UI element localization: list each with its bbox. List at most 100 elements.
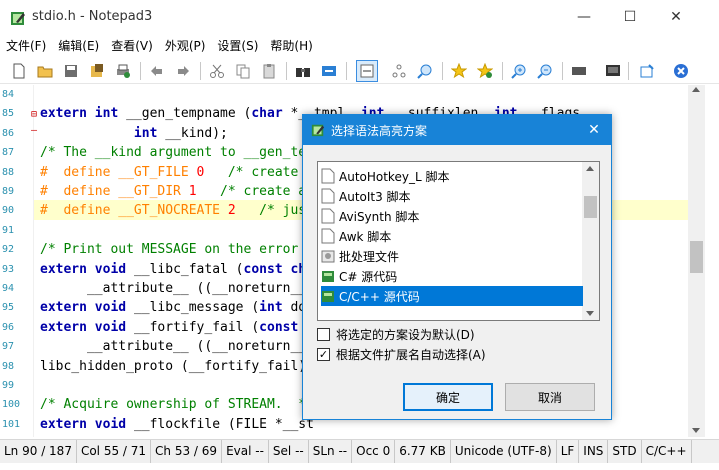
listbox-scroll-down-icon[interactable] bbox=[586, 311, 594, 316]
open-folder-icon[interactable] bbox=[34, 60, 56, 82]
status-std[interactable]: STD bbox=[608, 440, 642, 463]
code-token: /* Print out MESSAGE on the error o bbox=[40, 242, 314, 258]
status-selection[interactable]: Sel -- bbox=[269, 440, 309, 463]
scheme-list-item[interactable]: Awk 脚本 bbox=[321, 226, 583, 246]
line-number: 90 bbox=[2, 205, 15, 217]
csharp-file-icon bbox=[321, 268, 335, 284]
listbox-scroll-up-icon[interactable] bbox=[586, 166, 594, 171]
status-occurrences[interactable]: Occ 0 bbox=[352, 440, 396, 463]
customize-icon[interactable] bbox=[602, 60, 624, 82]
code-token: 2 bbox=[227, 203, 236, 219]
code-line: # define __GT_NOCREATE 2 /* just bbox=[40, 201, 314, 220]
menu-view[interactable]: 查看(V) bbox=[105, 36, 159, 56]
scheme-list-item-label: AutoIt3 脚本 bbox=[339, 189, 411, 204]
status-char[interactable]: Ch 53 / 69 bbox=[151, 440, 223, 463]
line-number: 84 bbox=[2, 89, 15, 100]
code-token: const bbox=[259, 319, 307, 335]
scheme-list-item[interactable]: C# 源代码 bbox=[321, 266, 583, 286]
code-line: /* Print out MESSAGE on the error o bbox=[40, 240, 314, 259]
toolbar bbox=[0, 58, 719, 84]
line-number: 93 bbox=[2, 263, 15, 275]
status-file-size[interactable]: 6.77 KB bbox=[395, 440, 451, 463]
redo-icon[interactable] bbox=[172, 60, 194, 82]
checkbox-auto-select-label[interactable]: 根据文件扩展名自动选择(A) bbox=[336, 346, 486, 363]
code-token: char bbox=[251, 106, 291, 122]
status-bar: Ln 90 / 187 Col 55 / 71 Ch 53 / 69 Eval … bbox=[0, 439, 719, 463]
code-line: extern void __libc_fatal (const cha bbox=[40, 260, 314, 279]
scheme-list-item-label: C# 源代码 bbox=[339, 269, 398, 284]
goto-icon[interactable] bbox=[388, 60, 410, 82]
undo-icon[interactable] bbox=[146, 60, 168, 82]
scroll-thumb[interactable] bbox=[690, 241, 703, 273]
scroll-up-arrow-icon[interactable] bbox=[692, 87, 700, 92]
dialog-title-bar[interactable]: 选择语法高亮方案 ✕ bbox=[303, 115, 611, 145]
minimize-button[interactable]: — bbox=[561, 0, 607, 34]
window-title: stdio.h - Notepad3 bbox=[32, 9, 153, 24]
maximize-button[interactable]: ☐ bbox=[607, 0, 653, 34]
line-number: 92 bbox=[2, 244, 15, 256]
status-eol[interactable]: LF bbox=[557, 440, 580, 463]
listbox-scrollbar[interactable] bbox=[582, 162, 599, 320]
code-token: int bbox=[259, 300, 291, 316]
status-selected-lines[interactable]: SLn -- bbox=[309, 440, 353, 463]
code-token: void bbox=[94, 319, 134, 335]
status-lexer[interactable]: C/C++ bbox=[642, 440, 692, 463]
checkbox-set-default[interactable] bbox=[317, 327, 330, 341]
menu-help[interactable]: 帮助(H) bbox=[264, 36, 318, 56]
ok-button[interactable]: 确定 bbox=[403, 383, 493, 411]
new-file-icon[interactable] bbox=[8, 60, 30, 82]
scheme-list-item[interactable]: AutoHotkey_L 脚本 bbox=[321, 166, 583, 186]
status-line[interactable]: Ln 90 / 187 bbox=[0, 440, 77, 463]
document-icon bbox=[321, 188, 335, 204]
scheme-listbox[interactable]: AutoHotkey_L 脚本 AutoIt3 脚本 AviSynth 脚本 Awk … bbox=[317, 161, 600, 321]
editor-vertical-scrollbar[interactable] bbox=[688, 85, 705, 437]
status-insert-mode[interactable]: INS bbox=[579, 440, 609, 463]
find-next-icon[interactable] bbox=[414, 60, 436, 82]
checkbox-auto-select[interactable]: ✓ bbox=[317, 347, 330, 361]
settings-icon[interactable] bbox=[636, 60, 658, 82]
status-eval[interactable]: Eval -- bbox=[222, 440, 269, 463]
copy-icon[interactable] bbox=[232, 60, 254, 82]
exit-icon[interactable] bbox=[670, 60, 692, 82]
status-column[interactable]: Col 55 / 71 bbox=[77, 440, 152, 463]
print-icon[interactable] bbox=[112, 60, 134, 82]
status-encoding[interactable]: Unicode (UTF-8) bbox=[451, 440, 557, 463]
checkbox-auto-select-row[interactable]: ✓ 根据文件扩展名自动选择(A) bbox=[317, 345, 486, 363]
scheme-list-item[interactable]: AutoIt3 脚本 bbox=[321, 186, 583, 206]
zoom-in-icon[interactable] bbox=[508, 60, 530, 82]
menu-edit[interactable]: 编辑(E) bbox=[52, 36, 105, 56]
cancel-button[interactable]: 取消 bbox=[505, 383, 595, 411]
checkbox-set-default-label[interactable]: 将选定的方案设为默认(D) bbox=[336, 326, 475, 343]
code-token: 1 bbox=[188, 184, 197, 199]
scheme-list-item[interactable]: 批处理文件 bbox=[321, 246, 583, 266]
title-bar: stdio.h - Notepad3 — ☐ ✕ bbox=[0, 0, 719, 34]
zoom-out-icon[interactable] bbox=[534, 60, 556, 82]
menu-settings[interactable]: 设置(S) bbox=[211, 36, 264, 56]
code-line: __attribute__ ((__noreturn__)) bbox=[40, 337, 322, 356]
scheme-icon[interactable] bbox=[568, 60, 590, 82]
menu-file[interactable]: 文件(F) bbox=[0, 36, 52, 56]
code-line: /* The __kind argument to __gen_tem bbox=[40, 143, 314, 162]
scheme-list-item[interactable]: AviSynth 脚本 bbox=[321, 206, 583, 226]
word-wrap-icon[interactable] bbox=[356, 60, 378, 82]
menu-appearance[interactable]: 外观(P) bbox=[159, 36, 212, 56]
fold-marker-icon[interactable]: ⊟ bbox=[31, 109, 37, 120]
checkbox-set-default-row[interactable]: 将选定的方案设为默认(D) bbox=[317, 325, 475, 343]
code-token: libc_hidden_proto (__fortify_fail) bbox=[40, 358, 307, 374]
listbox-scroll-thumb[interactable] bbox=[584, 196, 597, 218]
cut-icon[interactable] bbox=[206, 60, 228, 82]
code-token: __libc_message ( bbox=[133, 300, 260, 316]
find-icon[interactable] bbox=[292, 60, 314, 82]
scroll-down-arrow-icon[interactable] bbox=[692, 428, 700, 433]
scheme-list-item[interactable]: C/C++ 源代码 bbox=[321, 286, 583, 306]
dialog-close-button[interactable]: ✕ bbox=[585, 121, 603, 139]
save-as-icon[interactable] bbox=[86, 60, 108, 82]
replace-icon[interactable] bbox=[318, 60, 340, 82]
dialog-app-icon bbox=[311, 124, 325, 137]
paste-icon[interactable] bbox=[258, 60, 280, 82]
code-token: __libc_fatal ( bbox=[133, 261, 244, 277]
bookmark-all-icon[interactable] bbox=[474, 60, 496, 82]
close-button[interactable]: ✕ bbox=[653, 0, 699, 34]
save-icon[interactable] bbox=[60, 60, 82, 82]
bookmark-icon[interactable] bbox=[448, 60, 470, 82]
